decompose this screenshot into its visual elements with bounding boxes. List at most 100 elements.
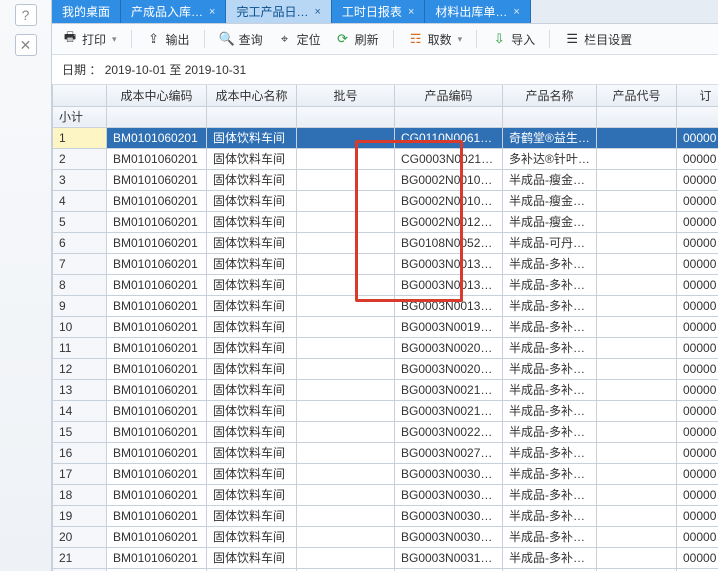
cell-batch[interactable] — [297, 148, 395, 169]
cell-batch[interactable] — [297, 232, 395, 253]
table-row[interactable]: 5BM0101060201固体饮料车间BG0002N0012…半成品-瘦金…00… — [53, 211, 718, 232]
cell-batch[interactable] — [297, 316, 395, 337]
tab-3[interactable]: 工时日报表× — [332, 0, 425, 23]
cell-rownum[interactable]: 2 — [53, 148, 107, 169]
cell-rownum[interactable]: 20 — [53, 526, 107, 547]
cell-pcode[interactable] — [597, 358, 677, 379]
cell-name[interactable]: 固体饮料车间 — [207, 442, 297, 463]
cell-pname[interactable]: 半成品-多补… — [503, 505, 597, 526]
locate-button[interactable]: ⌖定位 — [277, 31, 321, 48]
cell-batch[interactable] — [297, 421, 395, 442]
cell-name[interactable]: 固体饮料车间 — [207, 169, 297, 190]
cell-prod[interactable]: BG0108N0052AZ1 — [395, 232, 503, 253]
table-row[interactable]: 7BM0101060201固体饮料车间BG0003N0013AZ1半成品-多补…… — [53, 253, 718, 274]
cell-code[interactable]: BM0101060201 — [107, 127, 207, 148]
cell-pname[interactable]: 半成品-多补… — [503, 316, 597, 337]
cell-rownum[interactable]: 11 — [53, 337, 107, 358]
cell-pcode[interactable] — [597, 547, 677, 568]
cell-prod[interactable]: BG0003N0027AZ1 — [395, 442, 503, 463]
cell-prod[interactable]: BG0003N0021AZ1 — [395, 400, 503, 421]
cell-prod[interactable]: BG0003N0031AZ1 — [395, 547, 503, 568]
tab-4[interactable]: 材料出库单…× — [425, 0, 530, 23]
cell-prod[interactable]: CG0110N0061BZ1 — [395, 127, 503, 148]
cell-pname[interactable]: 半成品-多补… — [503, 379, 597, 400]
cell-pcode[interactable] — [597, 148, 677, 169]
cell-name[interactable]: 固体饮料车间 — [207, 358, 297, 379]
cell-rownum[interactable]: 5 — [53, 211, 107, 232]
cell-prod[interactable]: BG0003N0030AZ1 — [395, 526, 503, 547]
cell-pname[interactable]: 半成品-瘦金… — [503, 169, 597, 190]
cell-rownum[interactable]: 17 — [53, 463, 107, 484]
cell-pname[interactable]: 半成品-多补… — [503, 253, 597, 274]
refresh-button[interactable]: ⟳刷新 — [335, 31, 379, 48]
cell-batch[interactable] — [297, 358, 395, 379]
cell-tail[interactable]: 00000 — [677, 295, 718, 316]
cell-pname[interactable]: 多补达®针叶… — [503, 148, 597, 169]
cell-tail[interactable]: 00000 — [677, 148, 718, 169]
cell-code[interactable]: BM0101060201 — [107, 442, 207, 463]
cell-prod[interactable]: BG0003N0022AZ1 — [395, 421, 503, 442]
data-grid[interactable]: 成本中心编码 成本中心名称 批号 产品编码 产品名称 产品代号 订 小计 — [52, 85, 718, 571]
cell-pname[interactable]: 半成品-可丹… — [503, 232, 597, 253]
table-row[interactable]: 9BM0101060201固体饮料车间BG0003N0013AZ1半成品-多补…… — [53, 295, 718, 316]
cell-tail[interactable]: 00000 — [677, 316, 718, 337]
cell-pname[interactable]: 半成品-多补… — [503, 484, 597, 505]
cell-code[interactable]: BM0101060201 — [107, 148, 207, 169]
cell-code[interactable]: BM0101060201 — [107, 211, 207, 232]
cell-tail[interactable]: 00000 — [677, 232, 718, 253]
cell-rownum[interactable]: 1 — [53, 127, 107, 148]
cell-batch[interactable] — [297, 463, 395, 484]
cell-prod[interactable]: CG0003N0021AZ1 — [395, 148, 503, 169]
table-row[interactable]: 14BM0101060201固体饮料车间BG0003N0021AZ1半成品-多补… — [53, 400, 718, 421]
cell-code[interactable]: BM0101060201 — [107, 358, 207, 379]
cell-prod[interactable]: BG0003N0030AZ1 — [395, 484, 503, 505]
getdata-button[interactable]: ☶取数▾ — [408, 31, 463, 48]
cell-pcode[interactable] — [597, 127, 677, 148]
cell-name[interactable]: 固体饮料车间 — [207, 148, 297, 169]
close-icon[interactable]: × — [314, 6, 320, 18]
tab-2[interactable]: 完工产品日…× — [226, 0, 331, 23]
cell-batch[interactable] — [297, 274, 395, 295]
cell-pname[interactable]: 半成品-多补… — [503, 547, 597, 568]
cell-rownum[interactable]: 6 — [53, 232, 107, 253]
cell-rownum[interactable]: 21 — [53, 547, 107, 568]
cell-pcode[interactable] — [597, 169, 677, 190]
cell-pname[interactable]: 半成品-多补… — [503, 358, 597, 379]
cell-tail[interactable]: 00000 — [677, 400, 718, 421]
cell-pcode[interactable] — [597, 211, 677, 232]
cell-pcode[interactable] — [597, 295, 677, 316]
cell-code[interactable]: BM0101060201 — [107, 484, 207, 505]
cell-name[interactable]: 固体饮料车间 — [207, 337, 297, 358]
cell-name[interactable]: 固体饮料车间 — [207, 547, 297, 568]
table-row[interactable]: 13BM0101060201固体饮料车间BG0003N0021AZ1半成品-多补… — [53, 379, 718, 400]
cell-tail[interactable]: 00000 — [677, 526, 718, 547]
close-icon[interactable]: × — [408, 6, 414, 18]
cell-tail[interactable]: 00000 — [677, 253, 718, 274]
cell-batch[interactable] — [297, 379, 395, 400]
table-row[interactable]: 4BM0101060201固体饮料车间BG0002N0010…半成品-瘦金…00… — [53, 190, 718, 211]
cell-name[interactable]: 固体饮料车间 — [207, 400, 297, 421]
cell-pcode[interactable] — [597, 484, 677, 505]
cell-tail[interactable]: 00000 — [677, 274, 718, 295]
cell-prod[interactable]: BG0003N0020AZ1 — [395, 337, 503, 358]
cell-rownum[interactable]: 19 — [53, 505, 107, 526]
cell-name[interactable]: 固体饮料车间 — [207, 379, 297, 400]
cell-pcode[interactable] — [597, 316, 677, 337]
cell-pname[interactable]: 半成品-多补… — [503, 421, 597, 442]
cell-name[interactable]: 固体饮料车间 — [207, 295, 297, 316]
close-icon[interactable]: × — [513, 6, 519, 18]
cell-batch[interactable] — [297, 127, 395, 148]
col-product-code[interactable]: 产品编码 — [395, 85, 503, 106]
cell-prod[interactable]: BG0002N0012… — [395, 211, 503, 232]
cell-prod[interactable]: BG0003N0013AZ1 — [395, 274, 503, 295]
cell-batch[interactable] — [297, 211, 395, 232]
cell-tail[interactable]: 00000 — [677, 190, 718, 211]
table-row[interactable]: 10BM0101060201固体饮料车间BG0003N0019AZ1半成品-多补… — [53, 316, 718, 337]
cell-pcode[interactable] — [597, 421, 677, 442]
table-row[interactable]: 1BM0101060201固体饮料车间CG0110N0061BZ1奇鹤堂®益生…… — [53, 127, 718, 148]
col-tail[interactable]: 订 — [677, 85, 718, 106]
rail-close-icon[interactable]: ✕ — [15, 34, 37, 56]
cell-batch[interactable] — [297, 295, 395, 316]
cell-name[interactable]: 固体饮料车间 — [207, 484, 297, 505]
cell-pcode[interactable] — [597, 253, 677, 274]
